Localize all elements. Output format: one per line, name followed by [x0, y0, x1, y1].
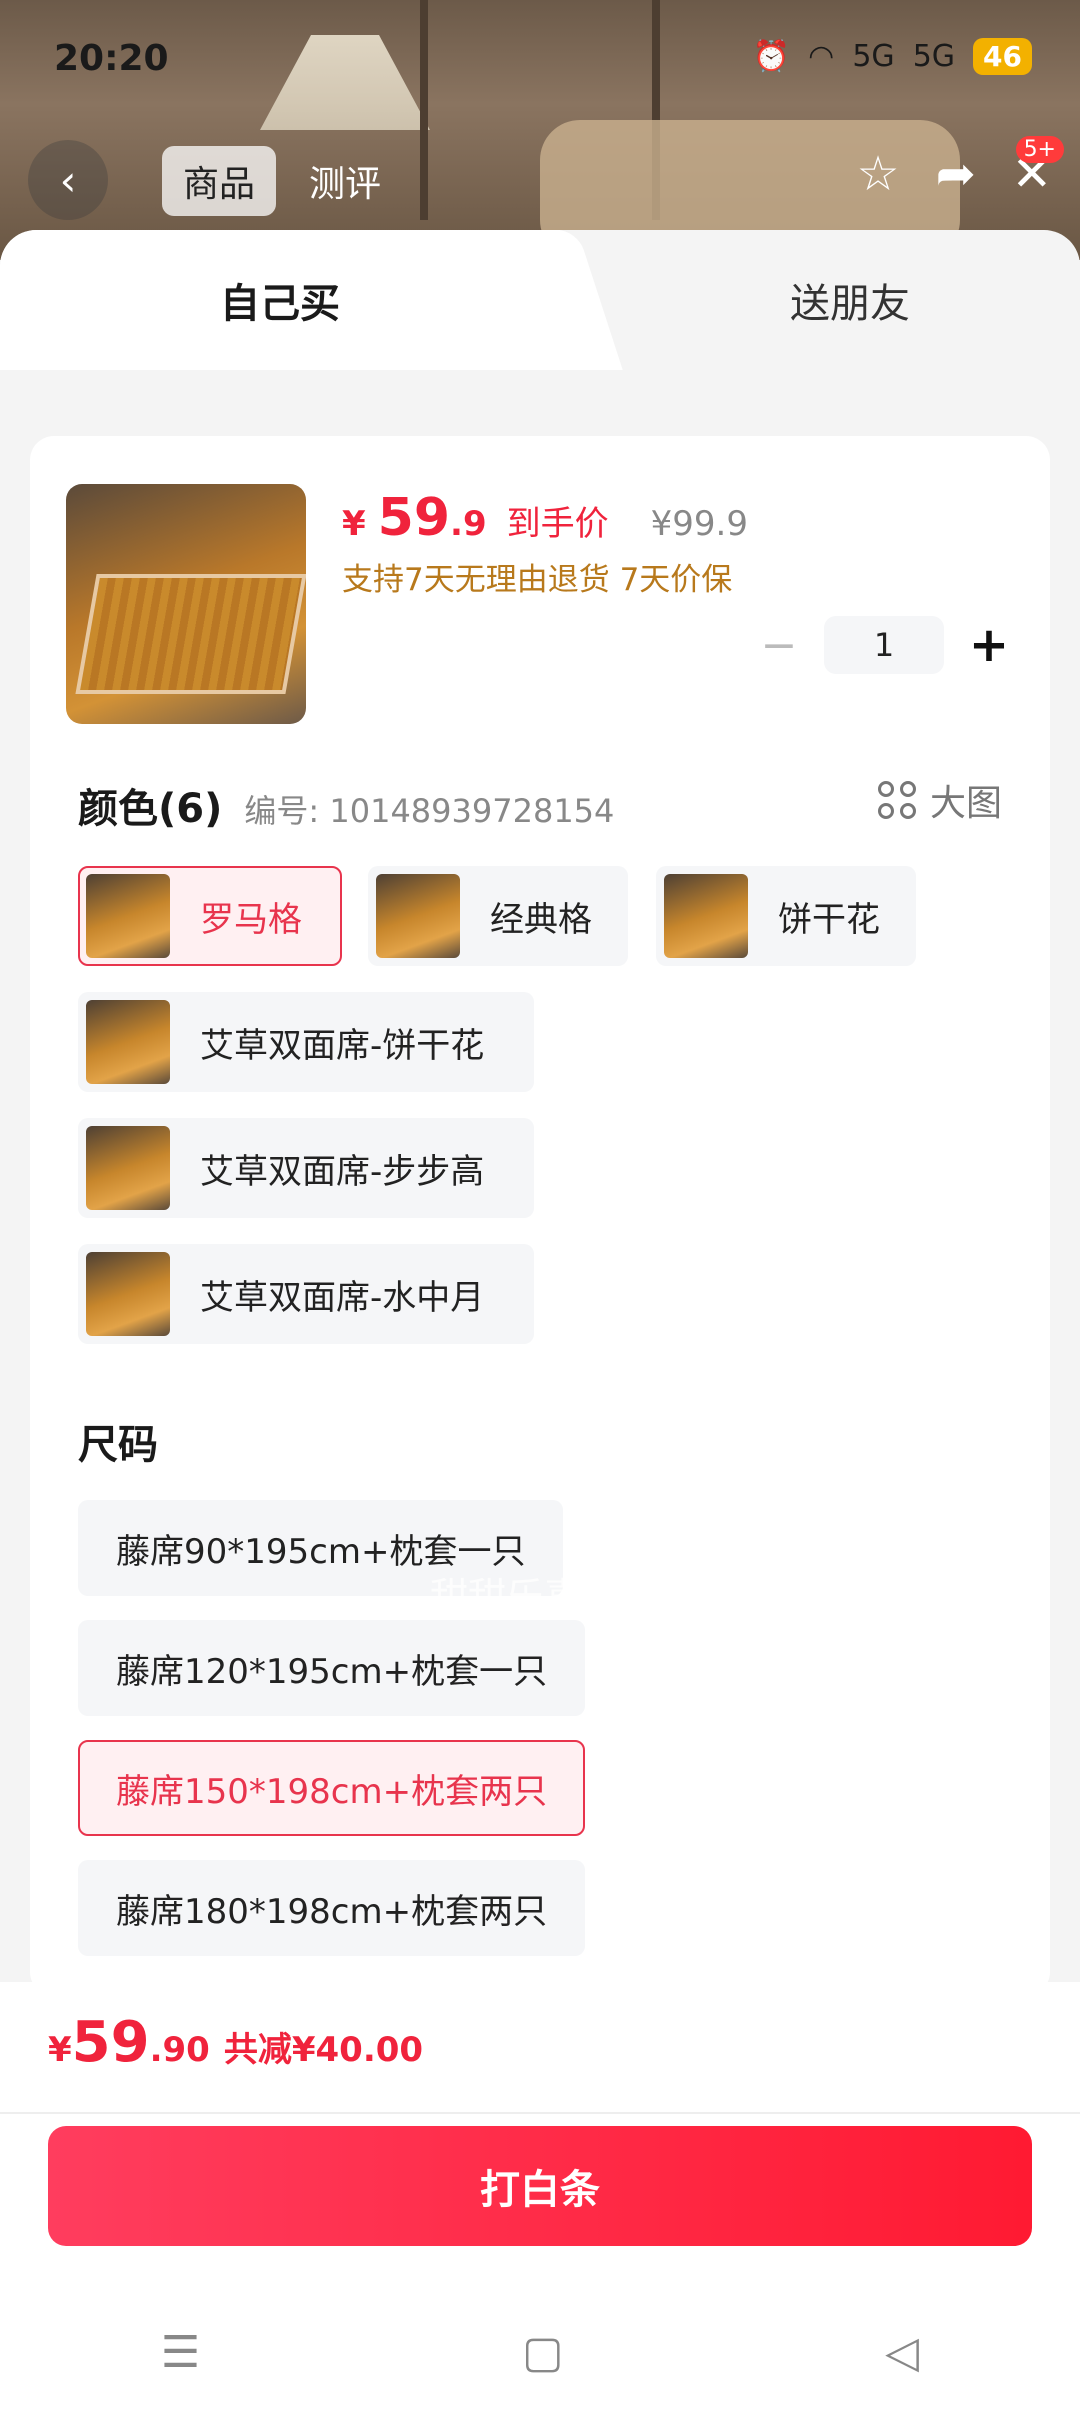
menu-icon[interactable]: ☰ — [161, 2327, 200, 2378]
message-badge: 5+ — [1015, 136, 1064, 163]
tab-buy-self[interactable]: 自己买 — [0, 230, 560, 370]
color-option-image — [86, 1000, 170, 1084]
system-nav-bar: ☰ ▢ ◁ — [0, 2312, 1080, 2392]
price-integer: 59 — [377, 488, 451, 548]
size-option[interactable]: 藤席120*195cm+枕套一只 — [78, 1620, 586, 1716]
original-price: ¥99.9 — [650, 504, 748, 544]
color-option-image — [86, 1126, 170, 1210]
color-section-header: 颜色(6) 编号: 10148939728154 — [78, 776, 614, 834]
alarm-icon: ⏰ — [752, 39, 791, 74]
price-currency: ¥ — [342, 504, 366, 544]
divider — [0, 2112, 1080, 2114]
mat-image — [75, 574, 306, 694]
color-option[interactable]: 罗马格 — [78, 866, 342, 966]
increase-button[interactable]: + — [964, 617, 1014, 673]
size-option[interactable]: 藤席150*198cm+枕套两只 — [78, 1740, 586, 1836]
quantity-stepper: − 1 + — [754, 616, 1014, 674]
color-option-image — [664, 874, 748, 958]
tab-goods[interactable]: 商品 — [162, 146, 276, 216]
color-option-image — [376, 874, 460, 958]
status-time: 20:20 — [54, 38, 169, 79]
service-promise: 支持7天无理由退货 7天价保 — [342, 562, 733, 598]
wifi-icon: ◠ — [808, 39, 835, 74]
status-bar: 20:20 ⏰ ◠ 5G 5G 46 — [0, 0, 1080, 120]
chevron-left-icon: ‹ — [59, 155, 77, 205]
back-triangle-icon[interactable]: ◁ — [885, 2327, 919, 2378]
price-decimal: .9 — [450, 504, 487, 544]
color-title: 颜色(6) — [78, 786, 223, 832]
discount-amount: 共减¥40.00 — [223, 2030, 424, 2070]
color-option[interactable]: 艾草双面席-饼干花 — [78, 992, 534, 1092]
signal-icon-2: 5G — [912, 39, 956, 74]
tab-gift-friend[interactable]: 送朋友 — [560, 230, 1080, 370]
battery-indicator: 46 — [973, 38, 1032, 75]
sku-selection-card: ¥ 59 .9 到手价 ¥99.9 支持7天无理由退货 7天价保 − 1 + 颜… — [30, 436, 1050, 1982]
color-option-label: 艾草双面席-饼干花 — [200, 1025, 485, 1066]
status-icons: ⏰ ◠ 5G 5G 46 — [753, 38, 1032, 75]
color-option-label: 艾草双面席-步步高 — [200, 1151, 485, 1192]
tab-review[interactable]: 测评 — [290, 146, 400, 216]
grid-icon — [877, 781, 916, 819]
color-option-image — [86, 1252, 170, 1336]
size-title: 尺码 — [78, 1422, 158, 1468]
big-image-label: 大图 — [929, 783, 1002, 824]
sku-number: 编号: 10148939728154 — [244, 792, 615, 830]
nav-actions: ☆ ➦ ✕ 5+ — [857, 136, 1064, 202]
quantity-value[interactable]: 1 — [824, 616, 944, 674]
color-option[interactable]: 艾草双面席-水中月 — [78, 1244, 534, 1344]
close-button[interactable]: ✕ 5+ — [1012, 136, 1064, 202]
color-option[interactable]: 经典格 — [368, 866, 628, 966]
color-option[interactable]: 饼干花 — [656, 866, 916, 966]
color-option-label: 艾草双面席-水中月 — [200, 1277, 485, 1318]
bottom-bar: ¥ 59 .90 共减¥40.00 打白条 ☰ ▢ ◁ — [0, 1982, 1080, 2412]
signal-icon: 5G — [852, 39, 895, 74]
total-currency: ¥ — [48, 2030, 72, 2070]
color-option-label: 经典格 — [490, 899, 592, 940]
share-icon[interactable]: ➦ — [936, 146, 976, 202]
home-square-icon[interactable]: ▢ — [522, 2327, 564, 2378]
sheet-tabs: 自己买 送朋友 — [0, 230, 1080, 370]
watermark: 甜甜乐喜片 — [430, 1575, 621, 1619]
big-image-button[interactable]: 大图 — [877, 774, 1002, 826]
price-label: 到手价 — [506, 504, 609, 544]
size-section-header: 尺码 — [78, 1412, 158, 1470]
buy-with-credit-button[interactable]: 打白条 — [48, 2126, 1032, 2246]
color-option[interactable]: 艾草双面席-步步高 — [78, 1118, 534, 1218]
price-line: ¥ 59 .9 到手价 ¥99.9 — [342, 488, 748, 548]
color-option-image — [86, 874, 170, 958]
tab-buy-self-label: 自己买 — [220, 281, 340, 327]
product-thumbnail[interactable] — [66, 484, 306, 724]
product-nav-bar: ‹ 商品 测评 ☆ ➦ ✕ 5+ — [0, 136, 1080, 230]
back-button[interactable]: ‹ — [28, 140, 108, 220]
color-option-label: 罗马格 — [200, 899, 302, 940]
total-integer: 59 — [71, 2010, 150, 2075]
favorite-star-icon[interactable]: ☆ — [857, 146, 900, 202]
decrease-button[interactable]: − — [754, 620, 804, 671]
purchase-sheet: 自己买 送朋友 ¥ 59 .9 到手价 ¥99.9 支持7天无理由退货 7天价保… — [0, 230, 1080, 1982]
total-price: ¥ 59 .90 共减¥40.00 — [48, 2010, 423, 2075]
total-decimal: .90 — [149, 2030, 210, 2070]
size-option[interactable]: 藤席180*198cm+枕套两只 — [78, 1860, 586, 1956]
color-option-label: 饼干花 — [778, 899, 880, 940]
